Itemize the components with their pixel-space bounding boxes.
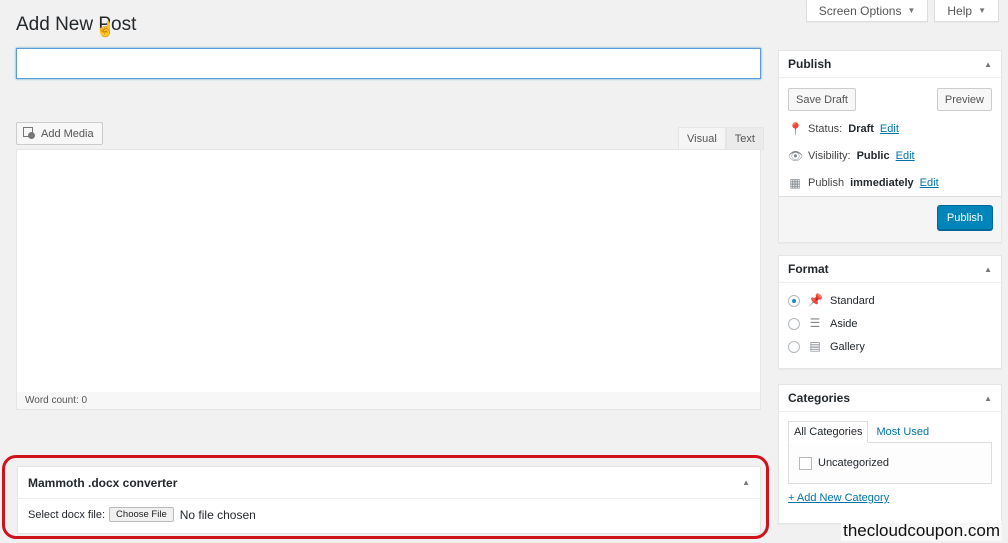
screen-options-button[interactable]: Screen Options ▼ [805, 0, 929, 22]
publish-actions: Save Draft Preview [779, 78, 1001, 111]
status-value: Draft [848, 122, 874, 135]
add-new-category-link[interactable]: + Add New Category [779, 484, 1001, 512]
pin-icon: 📍 [788, 121, 803, 136]
format-option-standard[interactable]: 📌 Standard [779, 289, 1001, 312]
visibility-row: 👁 Visibility: Public Edit [779, 142, 1001, 169]
help-label: Help [947, 3, 973, 18]
collapse-arrow-icon[interactable]: ▲ [984, 60, 992, 69]
categories-box: Categories ▲ All Categories Most Used Un… [778, 384, 1002, 524]
caret-down-icon: ▼ [907, 6, 916, 15]
radio-button[interactable] [788, 317, 800, 330]
format-title: Format [788, 262, 829, 276]
save-draft-button[interactable]: Save Draft [788, 88, 856, 111]
tab-visual[interactable]: Visual [678, 127, 726, 150]
status-row: 📍 Status: Draft Edit [779, 115, 1001, 142]
radio-button[interactable] [788, 294, 800, 307]
status-label: Status: [808, 122, 843, 135]
radio-button[interactable] [788, 340, 800, 353]
tab-all-categories[interactable]: All Categories [788, 421, 869, 443]
schedule-row: ▦ Publish immediately Edit [779, 169, 1001, 196]
watermark-text: thecloudcoupon.com [841, 521, 1002, 541]
categories-header[interactable]: Categories ▲ [779, 385, 1001, 412]
collapse-arrow-icon[interactable]: ▲ [984, 265, 992, 274]
pin-icon: 📌 [808, 293, 823, 307]
status-edit-link[interactable]: Edit [880, 123, 899, 135]
media-icon [23, 127, 36, 140]
screen-options-label: Screen Options [818, 3, 902, 18]
publish-header[interactable]: Publish ▲ [779, 51, 1001, 78]
preview-button[interactable]: Preview [936, 88, 992, 111]
categories-title: Categories [788, 391, 851, 405]
caret-down-icon: ▼ [978, 6, 986, 15]
post-title-input[interactable] [16, 48, 761, 79]
post-content-editor[interactable] [16, 149, 761, 393]
visibility-label: Visibility: [808, 149, 851, 162]
publish-box: Publish ▲ Save Draft Preview 📍 Status: D… [778, 50, 1002, 243]
format-option-label: Aside [830, 317, 858, 330]
eye-icon: 👁 [788, 148, 804, 163]
screen-meta-links: Screen Options ▼ Help ▼ [805, 0, 999, 22]
format-option-label: Gallery [830, 340, 865, 353]
help-button[interactable]: Help ▼ [934, 0, 999, 22]
highlight-annotation [2, 455, 769, 539]
hand-cursor-icon: ☝ [96, 21, 115, 38]
category-checkbox[interactable] [799, 456, 812, 470]
format-header[interactable]: Format ▲ [779, 256, 1001, 283]
tab-text[interactable]: Text [725, 127, 764, 150]
tab-most-used[interactable]: Most Used [868, 421, 934, 443]
gallery-icon: ▤ [809, 339, 821, 353]
page-title: Add New Post [16, 14, 137, 35]
category-label: Uncategorized [818, 457, 889, 469]
schedule-value: immediately [850, 176, 914, 189]
word-count: Word count: 0 [16, 392, 761, 410]
publish-title: Publish [788, 57, 832, 71]
visibility-edit-link[interactable]: Edit [896, 150, 915, 162]
visibility-value: Public [856, 149, 890, 162]
category-list: Uncategorized [788, 442, 992, 484]
collapse-arrow-icon[interactable]: ▲ [984, 394, 992, 403]
format-option-aside[interactable]: ☰ Aside [779, 312, 1001, 335]
format-option-label: Standard [830, 294, 875, 307]
publish-button[interactable]: Publish [936, 205, 993, 230]
schedule-edit-link[interactable]: Edit [920, 177, 939, 189]
add-media-button[interactable]: Add Media [16, 122, 103, 145]
publish-footer: Publish [779, 196, 1001, 242]
format-option-gallery[interactable]: ▤ Gallery [779, 335, 1001, 358]
calendar-icon: ▦ [789, 175, 801, 190]
format-box: Format ▲ 📌 Standard ☰ Aside ▤ Gallery [778, 255, 1002, 369]
schedule-label: Publish [808, 176, 845, 189]
editor-tabs: Visual Text [678, 127, 764, 150]
add-media-label: Add Media [41, 127, 94, 140]
aside-document-icon: ☰ [809, 316, 821, 330]
categories-tabs: All Categories Most Used [779, 412, 1001, 443]
